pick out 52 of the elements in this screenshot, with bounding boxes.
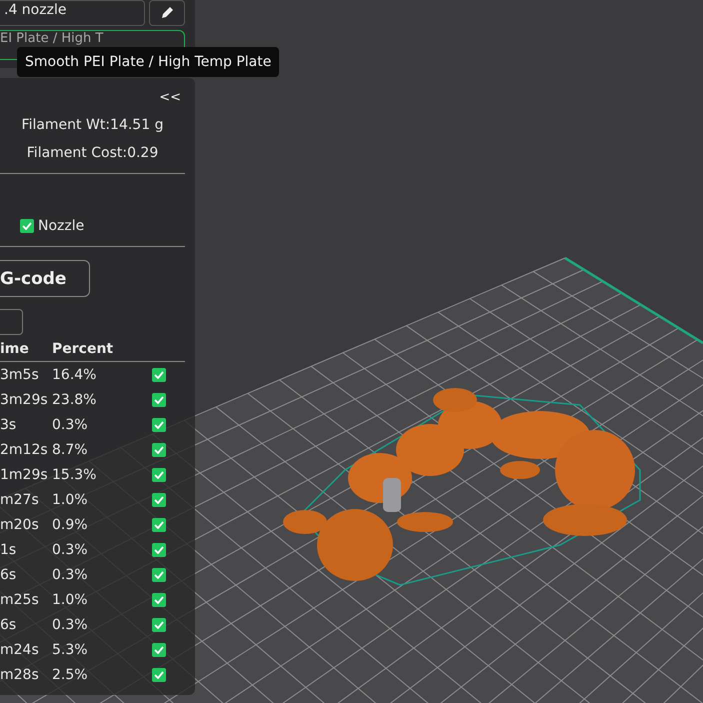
time-cell-text: 1s bbox=[0, 542, 18, 558]
percent-cell-text: 15.3% bbox=[52, 466, 98, 482]
checkbox[interactable] bbox=[152, 392, 166, 406]
checkbox[interactable] bbox=[152, 542, 166, 556]
checkbox[interactable] bbox=[152, 642, 166, 656]
percent-cell-text: 1.0% bbox=[52, 592, 89, 608]
time-cell-text: 6s bbox=[0, 616, 18, 632]
time-cell-text: 6s bbox=[0, 566, 18, 582]
checkbox[interactable] bbox=[152, 492, 166, 506]
percent-cell-text: 0.3% bbox=[52, 416, 89, 432]
time-cell-text: 3s bbox=[0, 416, 18, 432]
checkbox[interactable] bbox=[152, 568, 166, 582]
time-cell-text: 2m12s bbox=[0, 442, 49, 458]
export-gcode-button[interactable]: G-code bbox=[0, 260, 90, 297]
percent-cell-text: 2.5% bbox=[52, 666, 89, 682]
filament-weight: Filament Wt:14.51 g bbox=[20, 117, 164, 133]
time-cell-text: 3m29s bbox=[0, 392, 49, 408]
percent-cell-text: 0.3% bbox=[52, 542, 89, 558]
nozzle-field[interactable]: .4 nozzle bbox=[0, 0, 145, 26]
time-cell-text: m25s bbox=[0, 592, 40, 608]
percent-cell-text: 5.3% bbox=[52, 642, 89, 658]
percent-cell-text: 23.8% bbox=[52, 392, 98, 408]
collapse-button[interactable]: << bbox=[159, 90, 185, 105]
percent-cell-text: 0.9% bbox=[52, 516, 89, 532]
checkbox[interactable] bbox=[152, 368, 166, 382]
tooltip: Smooth PEI Plate / High Temp Plate bbox=[17, 47, 280, 77]
time-cell-text: m28s bbox=[0, 666, 40, 682]
option-label: Nozzle bbox=[38, 218, 84, 234]
checkbox[interactable] bbox=[152, 418, 166, 432]
time-cell-text: m27s bbox=[0, 492, 40, 508]
percent-cell-text: 16.4% bbox=[52, 366, 98, 382]
time-cell-text: m24s bbox=[0, 642, 40, 658]
percent-cell-text: 1.0% bbox=[52, 492, 89, 508]
column-header: ime bbox=[0, 341, 30, 357]
percent-cell-text: 8.7% bbox=[52, 442, 89, 458]
percent-cell-text: 0.3% bbox=[52, 566, 89, 582]
time-cell-text: 1m29s bbox=[0, 466, 49, 482]
pencil-icon bbox=[160, 6, 174, 20]
input-field[interactable] bbox=[0, 309, 23, 335]
checkbox[interactable] bbox=[152, 618, 166, 632]
checkbox[interactable] bbox=[152, 518, 166, 532]
time-cell-text: 3m5s bbox=[0, 366, 40, 382]
checkbox[interactable] bbox=[152, 592, 166, 606]
time-cell-text: m20s bbox=[0, 516, 40, 532]
checkbox[interactable] bbox=[152, 442, 166, 456]
column-header: Percent bbox=[52, 341, 114, 357]
checkbox[interactable] bbox=[152, 468, 166, 482]
percent-cell-text: 0.3% bbox=[52, 616, 89, 632]
checkbox[interactable] bbox=[20, 219, 34, 233]
filament-cost: Filament Cost:0.29 bbox=[26, 145, 160, 161]
edit-button[interactable] bbox=[149, 0, 185, 26]
checkbox[interactable] bbox=[152, 668, 166, 682]
